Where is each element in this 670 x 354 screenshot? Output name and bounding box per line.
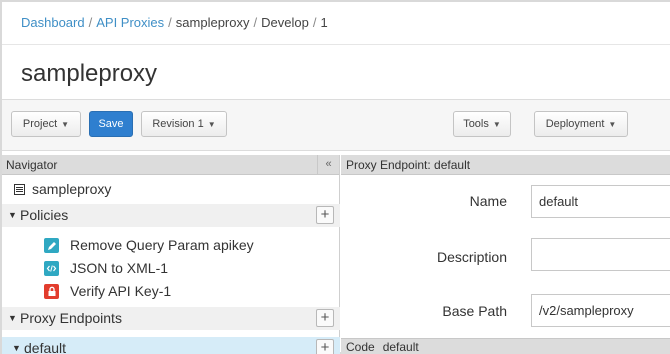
revision-dropdown-button[interactable]: Revision 1 ▼ <box>141 111 227 137</box>
proxy-endpoint-pane: Proxy Endpoint: default Name default Des… <box>341 155 670 354</box>
json-to-xml-icon <box>44 261 59 276</box>
breadcrumb-proxy: sampleproxy <box>175 15 250 30</box>
deployment-label: Deployment <box>545 118 605 130</box>
add-policy-button[interactable]: + <box>316 206 334 224</box>
nav-item-label: sampleproxy <box>32 181 112 197</box>
breadcrumb-separator: / <box>312 15 317 30</box>
name-field[interactable]: default <box>531 185 670 218</box>
tools-dropdown-button[interactable]: Tools ▼ <box>453 111 511 137</box>
collapse-navigator-button[interactable]: « <box>317 155 339 174</box>
description-label: Description <box>436 249 507 265</box>
deployment-dropdown-button[interactable]: Deployment ▼ <box>534 111 628 137</box>
nav-item-sampleproxy[interactable]: sampleproxy <box>2 178 340 201</box>
breadcrumb-separator: / <box>253 15 258 30</box>
proxy-list-icon <box>12 182 27 197</box>
code-bar: Code default <box>341 338 670 354</box>
project-label: Project <box>22 118 58 130</box>
navigator-title: Navigator <box>6 158 58 172</box>
caret-down-icon: ▼ <box>61 119 70 129</box>
title-divider <box>2 44 670 45</box>
triangle-down-icon: ▼ <box>8 313 17 323</box>
proxy-endpoint-header: Proxy Endpoint: default <box>341 155 670 175</box>
remove-query-param-icon <box>44 238 59 253</box>
nav-section-proxy-endpoints[interactable]: ▼ Proxy Endpoints + <box>2 307 340 330</box>
triangle-down-icon: ▼ <box>8 210 17 220</box>
nav-item-label: Verify API Key-1 <box>70 283 172 299</box>
nav-item-policy[interactable]: Verify API Key-1 <box>2 280 340 303</box>
toolbar: Project ▼ Save Revision 1 ▼ Tools ▼ Depl… <box>2 99 670 151</box>
add-flow-button[interactable]: + <box>316 339 334 354</box>
breadcrumb: Dashboard / API Proxies / sampleproxy / Develo… <box>21 15 328 30</box>
navigator-header: Navigator « <box>2 155 339 175</box>
nav-section-label: Proxy Endpoints <box>20 310 122 326</box>
save-button[interactable]: Save <box>89 111 133 137</box>
page-title: sampleproxy <box>21 60 158 87</box>
nav-item-label: Remove Query Param apikey <box>70 237 254 253</box>
nav-item-label: default <box>24 340 67 354</box>
api-proxy-editor: Dashboard / API Proxies / sampleproxy / Develo… <box>2 2 670 354</box>
triangle-down-icon: ▼ <box>12 343 21 353</box>
breadcrumb-separator: / <box>88 15 93 30</box>
tools-label: Tools <box>463 118 489 130</box>
navigator-pane: Navigator « sampleproxy ▼ Policies + Rem… <box>2 155 340 354</box>
caret-down-icon: ▼ <box>608 119 617 129</box>
code-label: Code <box>346 340 375 354</box>
breadcrumb-api-proxies-link[interactable]: API Proxies <box>96 15 164 30</box>
nav-item-policy[interactable]: Remove Query Param apikey <box>2 234 340 257</box>
breadcrumb-develop: Develop <box>261 15 309 30</box>
description-field[interactable] <box>531 238 670 271</box>
nav-item-default-endpoint[interactable]: ▼ default + <box>2 337 340 354</box>
nav-item-label: JSON to XML-1 <box>70 260 169 276</box>
name-label: Name <box>469 193 507 209</box>
base-path-field[interactable]: /v2/sampleproxy <box>531 294 670 327</box>
caret-down-icon: ▼ <box>207 119 216 129</box>
breadcrumb-revision: 1 <box>320 15 328 30</box>
breadcrumb-dashboard-link[interactable]: Dashboard <box>21 15 85 30</box>
base-path-label: Base Path <box>442 303 507 319</box>
add-proxy-endpoint-button[interactable]: + <box>316 309 334 327</box>
nav-section-policies[interactable]: ▼ Policies + <box>2 204 340 227</box>
lock-icon <box>44 284 59 299</box>
nav-item-policy[interactable]: JSON to XML-1 <box>2 257 340 280</box>
breadcrumb-separator: / <box>168 15 172 30</box>
revision-label: Revision 1 <box>152 118 204 130</box>
nav-section-label: Policies <box>20 207 69 223</box>
code-target: default <box>382 340 419 354</box>
caret-down-icon: ▼ <box>492 119 501 129</box>
project-dropdown-button[interactable]: Project ▼ <box>11 111 81 137</box>
